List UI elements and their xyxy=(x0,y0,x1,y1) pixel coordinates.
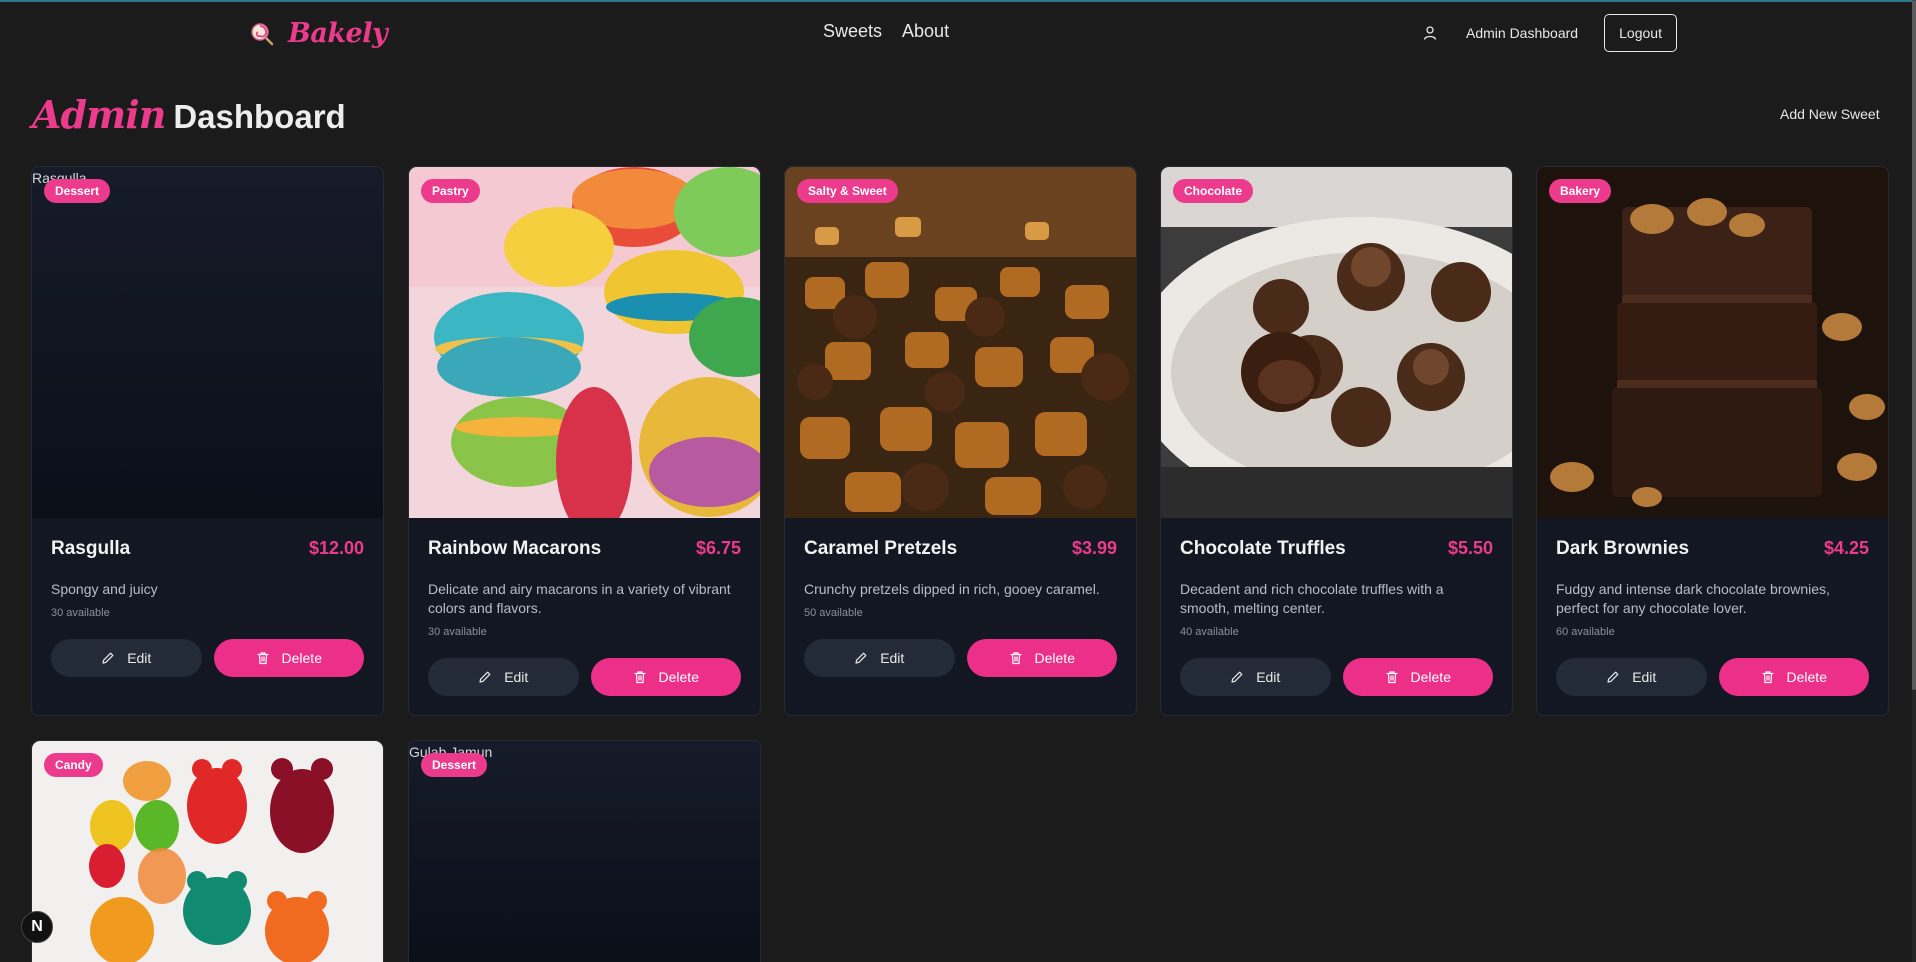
stock-count: 50 available xyxy=(804,607,863,619)
sweet-name: Dark Brownies xyxy=(1556,538,1690,559)
pencil-icon xyxy=(479,671,491,683)
sweet-name: Rasgulla xyxy=(51,538,131,559)
truffles-image xyxy=(1161,167,1512,518)
pencil-icon xyxy=(1231,671,1243,683)
sweet-card: Rasgulla Dessert Rasgulla $12.00 Spongy … xyxy=(31,166,384,716)
sweet-name: Caramel Pretzels xyxy=(804,538,958,559)
page-title: Admin Dashboard xyxy=(32,92,346,137)
lollipop-icon xyxy=(251,22,274,45)
sweet-card: Gulab Jamun Dessert xyxy=(408,740,761,962)
trash-icon xyxy=(1385,671,1398,684)
category-badge: Dessert xyxy=(44,179,111,203)
nav-link-sweets[interactable]: Sweets xyxy=(823,21,882,42)
sweet-price: $4.25 xyxy=(1823,538,1869,558)
user-icon[interactable] xyxy=(1422,25,1438,41)
trash-icon xyxy=(1009,652,1022,665)
sweet-price: $5.50 xyxy=(1447,538,1493,558)
edit-button-label: Edit xyxy=(880,650,905,666)
sweet-price: $6.75 xyxy=(695,538,741,558)
card-image xyxy=(1161,167,1512,518)
nav-link-about[interactable]: About xyxy=(902,21,949,42)
stock-count: 30 available xyxy=(428,626,487,638)
pretzels-image xyxy=(785,167,1136,518)
edit-button[interactable]: Edit xyxy=(1556,658,1707,696)
dev-tools-icon[interactable]: N xyxy=(21,911,53,943)
sweet-price: $3.99 xyxy=(1071,538,1117,558)
card-image xyxy=(409,167,760,518)
edit-button[interactable]: Edit xyxy=(804,639,955,677)
page-title-script: Admin xyxy=(32,92,166,137)
sweet-description: Spongy and juicy xyxy=(51,581,158,597)
sweet-card: Bakery Dark Brownies $4.25 Fudgy and int… xyxy=(1536,166,1889,716)
pencil-icon xyxy=(102,652,114,664)
trash-icon xyxy=(633,671,646,684)
pencil-icon xyxy=(1607,671,1619,683)
sweet-card: Candy xyxy=(31,740,384,962)
edit-button-label: Edit xyxy=(504,669,529,685)
page-title-main: Dashboard xyxy=(173,98,346,135)
delete-button-label: Delete xyxy=(1410,669,1451,685)
brownies-image xyxy=(1537,167,1888,518)
sweet-card: Chocolate Chocolate Truffles $5.50 Decad… xyxy=(1160,166,1513,716)
sweet-card: Salty & Sweet Caramel Pretzels $3.99 Cru… xyxy=(784,166,1137,716)
category-badge: Chocolate xyxy=(1173,179,1254,203)
sweet-card: Pastry Rainbow Macarons $6.75 Delicate a… xyxy=(408,166,761,716)
stock-count: 30 available xyxy=(51,607,110,619)
category-badge: Pastry xyxy=(421,179,480,203)
card-image xyxy=(32,167,383,518)
delete-button[interactable]: Delete xyxy=(590,658,741,696)
category-badge: Dessert xyxy=(421,753,488,777)
delete-button[interactable]: Delete xyxy=(1342,658,1493,696)
sweet-description: Crunchy pretzels dipped in rich, gooey c… xyxy=(804,581,1100,597)
sweet-description: Decadent and rich chocolate truffles wit… xyxy=(1180,581,1444,616)
pencil-icon xyxy=(855,652,867,664)
navbar: Bakely Sweets About Admin Dashboard Logo… xyxy=(0,0,1912,64)
logout-button[interactable]: Logout xyxy=(1604,14,1678,52)
sweet-description: Delicate and airy macarons in a variety … xyxy=(428,581,731,616)
category-badge: Bakery xyxy=(1549,179,1612,203)
nav-links: Sweets About xyxy=(823,21,949,42)
scrollbar[interactable] xyxy=(1912,0,1916,962)
delete-button-label: Delete xyxy=(1034,650,1075,666)
delete-button[interactable]: Delete xyxy=(966,639,1117,677)
trash-icon xyxy=(1761,671,1774,684)
edit-button[interactable]: Edit xyxy=(51,639,202,677)
edit-button[interactable]: Edit xyxy=(1180,658,1331,696)
sweet-name: Chocolate Truffles xyxy=(1180,538,1346,559)
edit-button-label: Edit xyxy=(1256,669,1281,685)
stock-count: 40 available xyxy=(1180,626,1239,638)
sweet-description: Fudgy and intense dark chocolate brownie… xyxy=(1556,581,1830,616)
delete-button-label: Delete xyxy=(658,669,699,685)
delete-button-label: Delete xyxy=(1786,669,1827,685)
edit-button-label: Edit xyxy=(1632,669,1657,685)
card-image xyxy=(1537,167,1888,518)
delete-button[interactable]: Delete xyxy=(1718,658,1869,696)
nav-actions: Admin Dashboard Logout xyxy=(1422,14,1678,52)
edit-button[interactable]: Edit xyxy=(428,658,579,696)
delete-button-label: Delete xyxy=(281,650,322,666)
card-image xyxy=(785,167,1136,518)
brand-name: Bakely xyxy=(288,18,388,49)
stock-count: 60 available xyxy=(1556,626,1615,638)
admin-dashboard-link[interactable]: Admin Dashboard xyxy=(1466,25,1578,41)
scrollbar-thumb[interactable] xyxy=(1912,0,1916,690)
sweet-name: Rainbow Macarons xyxy=(428,538,602,559)
edit-button-label: Edit xyxy=(127,650,152,666)
trash-icon xyxy=(256,652,269,665)
delete-button[interactable]: Delete xyxy=(213,639,364,677)
add-new-sweet-button[interactable]: Add New Sweet xyxy=(1780,106,1880,122)
sweet-price: $12.00 xyxy=(308,538,364,558)
category-badge: Candy xyxy=(44,753,103,777)
brand-link[interactable]: Bakely xyxy=(250,18,388,49)
macarons-image xyxy=(409,167,760,518)
category-badge: Salty & Sweet xyxy=(797,179,898,203)
